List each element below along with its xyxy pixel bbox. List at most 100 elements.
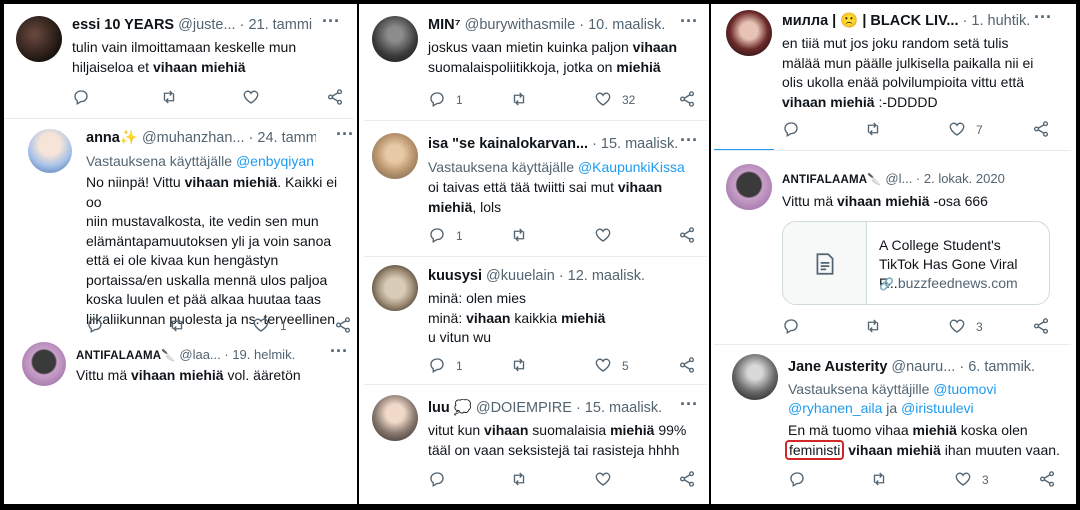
display-name[interactable]: MIN⁷ [428, 17, 461, 33]
handle-and-date: · 15. maalisk. [592, 136, 678, 152]
reply-to-link[interactable]: @tuomovi [933, 381, 996, 397]
handle-and-date: @muhanzhan... · 24. tammik. [141, 130, 316, 146]
reply-button[interactable]: 1 [428, 356, 463, 376]
reply-context: Vastauksena käyttäjälle @enbyqiyan [86, 152, 314, 171]
avatar[interactable] [372, 16, 418, 62]
retweet-button[interactable] [160, 88, 178, 108]
display-name[interactable]: kuusysi [428, 268, 482, 284]
reply-button[interactable] [782, 317, 800, 337]
more-options-icon[interactable]: ··· [680, 12, 698, 34]
share-button[interactable] [1032, 120, 1050, 140]
like-button[interactable]: 7 [948, 120, 983, 140]
column-divider [709, 4, 711, 504]
avatar[interactable] [726, 164, 772, 210]
tweet-card[interactable]: Jane Austerity @nauru... · 6. tammik. Va… [714, 346, 1071, 502]
reply-context: Vastauksena käyttäjälle @KaupunkiKissa [428, 158, 685, 177]
share-button[interactable] [678, 90, 696, 110]
reply-button[interactable] [72, 88, 90, 108]
reply-button[interactable] [86, 316, 104, 336]
retweet-button[interactable] [510, 470, 528, 490]
like-count: 1 [280, 319, 287, 333]
more-options-icon[interactable]: ··· [322, 12, 340, 34]
display-name[interactable]: isa "se kainalokarvan... [428, 136, 588, 152]
more-options-icon[interactable]: ··· [680, 395, 698, 417]
share-button[interactable] [678, 226, 696, 246]
more-options-icon[interactable]: ··· [1034, 8, 1052, 30]
tweet-actions [72, 88, 352, 108]
display-name[interactable]: ANTIFALAAMA🔪 [782, 174, 882, 186]
tweet-card[interactable]: ANTIFALAAMA🔪 @laa... · 19. helmik. ··· V… [4, 338, 354, 408]
screenshot-collage: essi 10 YEARS @juste... · 21. tammik. ··… [4, 4, 1076, 504]
reply-button[interactable] [782, 120, 800, 140]
share-button[interactable] [334, 316, 352, 336]
share-button[interactable] [678, 356, 696, 376]
avatar[interactable] [372, 395, 418, 441]
like-button[interactable] [242, 88, 260, 108]
reply-to-link[interactable]: @enbyqiyan [236, 153, 314, 169]
retweet-button[interactable] [168, 316, 186, 336]
share-button[interactable] [678, 470, 696, 490]
tweet-header: MIN⁷ @burywithasmile · 10. maalisk. [428, 16, 678, 34]
tweet-card[interactable]: ANTIFALAAMA🔪 @l... · 2. lokak. 2020 Vitt… [714, 152, 1071, 342]
tweet-card[interactable]: essi 10 YEARS @juste... · 21. tammik. ··… [4, 4, 354, 116]
avatar[interactable] [372, 265, 418, 311]
tweet-text: oi taivas että tää twiitti sai mut vihaa… [428, 179, 663, 215]
avatar[interactable] [28, 129, 72, 173]
avatar[interactable] [726, 10, 772, 56]
like-button[interactable]: 3 [948, 317, 983, 337]
display-name[interactable]: essi 10 YEARS [72, 17, 174, 33]
reply-to-link[interactable]: @KaupunkiKissa [578, 159, 685, 175]
display-name[interactable]: luu 💭 [428, 400, 472, 416]
like-button[interactable]: 32 [594, 90, 635, 110]
like-button[interactable] [594, 226, 612, 246]
reply-prefix: Vastauksena käyttäjälle [428, 159, 575, 175]
retweet-button[interactable] [510, 226, 528, 246]
reply-button[interactable]: 1 [428, 90, 463, 110]
more-options-icon[interactable]: ··· [680, 131, 698, 153]
share-icon [334, 316, 352, 337]
tweet-card[interactable]: милла | 🙁 | BLACK LIV... · 1. huhtik. ··… [714, 4, 1071, 148]
tweet-card[interactable]: MIN⁷ @burywithasmile · 10. maalisk. ··· … [364, 4, 707, 118]
link-preview-card[interactable]: A College Student's TikTok Has Gone Vira… [782, 221, 1050, 305]
share-button[interactable] [1038, 470, 1056, 490]
tweet-card[interactable]: anna✨ @muhanzhan... · 24. tammik. ··· Va… [4, 119, 354, 339]
retweet-button[interactable] [864, 317, 882, 337]
share-icon [678, 226, 696, 247]
retweet-icon [510, 90, 528, 111]
display-name[interactable]: anna✨ [86, 130, 138, 146]
avatar[interactable] [22, 342, 66, 386]
reply-to-link[interactable]: @ryhanen_aila [788, 400, 882, 416]
tweet-card[interactable]: isa "se kainalokarvan... · 15. maalisk. … [364, 121, 707, 255]
reply-to-link[interactable]: @iristuulevi [901, 400, 974, 416]
like-button[interactable]: 5 [594, 356, 629, 376]
tweet-header: Jane Austerity @nauru... · 6. tammik. [788, 358, 1038, 376]
display-name[interactable]: милла | 🙁 | BLACK LIV... [782, 13, 959, 29]
tweet-text: en tiiä mut jos joku random setä tulis m… [782, 35, 1034, 110]
tweet-card[interactable]: kuusysi @kuuelain · 12. maalisk. minä: o… [364, 257, 707, 383]
reply-button[interactable] [428, 470, 446, 490]
retweet-button[interactable] [510, 90, 528, 110]
avatar[interactable] [16, 16, 62, 62]
avatar[interactable] [372, 133, 418, 179]
retweet-button[interactable] [510, 356, 528, 376]
reply-button[interactable] [788, 470, 806, 490]
like-button[interactable] [594, 470, 612, 490]
link-thumbnail [783, 222, 867, 304]
tweet-card[interactable]: luu 💭 @DOIEMPIRE · 15. maalisk. ··· vitu… [364, 385, 707, 501]
retweet-button[interactable] [870, 470, 888, 490]
avatar[interactable] [732, 354, 778, 400]
share-icon [1038, 470, 1056, 491]
tweet-actions: 1 [86, 316, 354, 336]
more-options-icon[interactable]: ··· [336, 125, 354, 147]
share-button[interactable] [326, 88, 344, 108]
display-name[interactable]: Jane Austerity [788, 359, 887, 375]
more-options-icon[interactable]: ··· [330, 342, 348, 364]
handle-and-date: @l... · 2. lokak. 2020 [885, 171, 1005, 186]
reply-button[interactable]: 1 [428, 226, 463, 246]
display-name[interactable]: ANTIFALAAMA🔪 [76, 350, 176, 362]
retweet-button[interactable] [864, 120, 882, 140]
share-button[interactable] [1032, 317, 1050, 337]
like-count: 3 [982, 473, 989, 487]
like-button[interactable]: 3 [954, 470, 989, 490]
like-button[interactable]: 1 [252, 316, 287, 336]
